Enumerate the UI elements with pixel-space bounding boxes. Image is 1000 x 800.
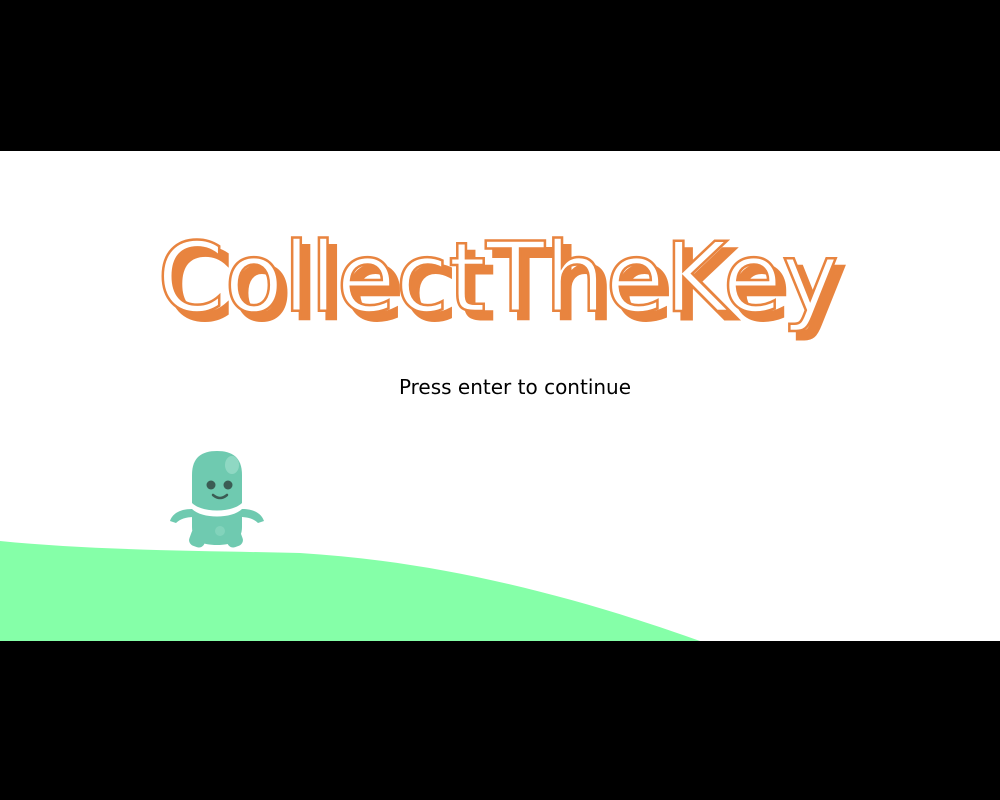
game-canvas[interactable]: CollectTheKey CollectTheKey Press enter …: [0, 151, 1000, 641]
player-character-icon: [170, 451, 264, 548]
ground-hill-shape: [0, 541, 700, 641]
game-screen[interactable]: CollectTheKey CollectTheKey Press enter …: [0, 0, 1000, 800]
green-hill-ground: [0, 541, 700, 641]
